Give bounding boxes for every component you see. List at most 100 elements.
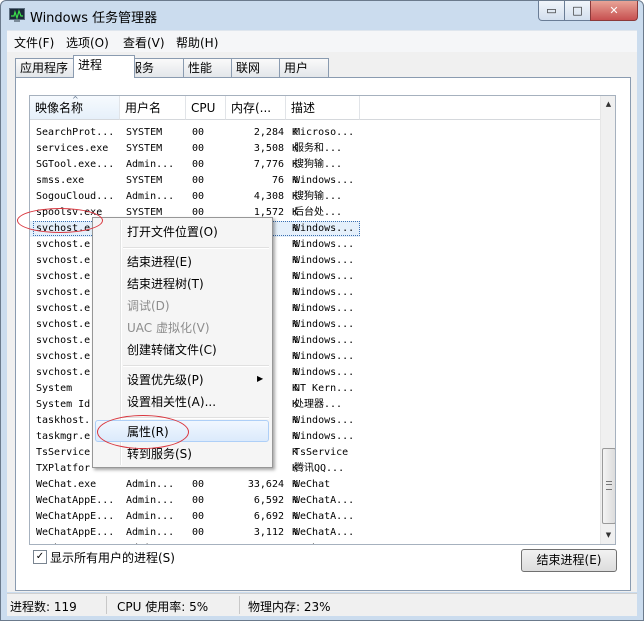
menu-options[interactable]: 选项(O)	[66, 34, 109, 51]
cell-username: Admin...	[126, 191, 175, 202]
status-divider	[106, 596, 107, 614]
end-process-button[interactable]: 结束进程(E)	[521, 549, 617, 572]
task-manager-icon	[9, 8, 25, 22]
menu-uac-virtualization: UAC 虚拟化(V)	[127, 321, 210, 335]
submenu-arrow-icon: ▶	[257, 374, 264, 383]
menu-end-process-tree[interactable]: 结束进程树(T)	[127, 273, 204, 295]
cell-memory: 33,624	[247, 479, 284, 490]
cell-memory: 76	[271, 175, 284, 186]
cell-image-name: WeChat.exe	[36, 479, 97, 490]
menu-end-process[interactable]: 结束进程(E)	[127, 251, 192, 273]
menu-create-dump[interactable]: 创建转储文件(C)	[127, 339, 217, 361]
column-username[interactable]: 用户名	[120, 96, 186, 120]
cell-description: 处理器...	[294, 399, 343, 410]
cell-memory: 2,284	[253, 127, 284, 138]
cell-cpu: 00	[192, 159, 205, 170]
table-row[interactable]: WeChatAppE... Admin... 00 3,112 K WeChatA...	[30, 525, 360, 541]
table-row[interactable]: WeChatAppE...Admin...00716KWeChatA...	[30, 541, 360, 544]
cell-image-name: smss.exe	[36, 175, 85, 186]
menu-help[interactable]: 帮助(H)	[176, 34, 218, 51]
sort-asc-icon: ^	[72, 95, 79, 104]
scroll-up-icon[interactable]: ▲	[601, 96, 615, 113]
tab-networking[interactable]: 联网	[231, 58, 285, 77]
cell-description: TsService	[294, 447, 349, 458]
cell-image-name: SogouCloud...	[36, 191, 115, 202]
tab-performance[interactable]: 性能	[183, 58, 237, 77]
annotation-circle-properties	[97, 415, 189, 449]
table-row[interactable]: smss.exe SYSTEM 00 76 K Windows...	[30, 173, 360, 189]
window-title: Windows 任务管理器	[30, 11, 158, 26]
cell-cpu: 00	[192, 511, 205, 522]
cell-cpu: 00	[192, 143, 205, 154]
cell-image-name: WeChatAppE...	[36, 541, 122, 544]
menu-open-file-location[interactable]: 打开文件位置(O)	[127, 221, 218, 243]
scroll-down-icon[interactable]: ▼	[601, 527, 615, 544]
table-row[interactable]: services.exe SYSTEM 00 3,508 K 服务和...	[30, 141, 360, 157]
column-memory[interactable]: 内存(...	[226, 96, 286, 120]
cell-description: 服务和...	[294, 143, 343, 154]
column-label: 描述	[291, 101, 316, 115]
cell-description: Windows...	[294, 239, 355, 250]
menu-file[interactable]: 文件(F)	[14, 34, 54, 51]
process-count: 进程数: 119	[10, 600, 77, 614]
cell-description: Windows...	[294, 255, 355, 266]
physical-memory: 物理内存: 23%	[248, 600, 331, 614]
menu-set-priority[interactable]: 设置优先级(P)	[127, 369, 204, 391]
cell-description: Windows...	[294, 431, 355, 442]
menu-debug: 调试(D)	[127, 299, 170, 313]
status-bar: 进程数: 119 CPU 使用率: 5% 物理内存: 23%	[7, 593, 637, 616]
tab-users[interactable]: 用户	[279, 58, 329, 77]
cell-description: WeChatA...	[294, 527, 355, 538]
cell-cpu: 00	[192, 541, 228, 544]
table-row[interactable]: WeChatAppE... Admin... 00 6,692 K WeChatA...	[30, 509, 360, 525]
cell-image-name: services.exe	[36, 143, 109, 154]
grip-icon	[606, 481, 612, 490]
table-row[interactable]: SearchProt... SYSTEM 00 2,284 K Microso...	[30, 125, 360, 141]
menu-set-affinity[interactable]: 设置相关性(A)...	[127, 391, 216, 413]
scroll-thumb[interactable]	[602, 448, 615, 524]
table-row[interactable]: SGTool.exe... Admin... 00 7,776 K 搜狗输...	[30, 157, 360, 173]
minimize-button[interactable]: ▭	[538, 1, 565, 21]
table-row[interactable]: WeChatAppE... Admin... 00 6,592 K WeChatA...	[30, 493, 360, 509]
cell-description: Windows...	[294, 175, 355, 186]
cell-description: NT Kern...	[294, 383, 355, 394]
cell-description: WeChatA...	[294, 541, 356, 544]
column-label: 内存(...	[231, 101, 272, 115]
cell-description: Windows...	[294, 287, 355, 298]
column-cpu[interactable]: CPU	[186, 96, 226, 120]
column-image-name[interactable]: ^ 映像名称	[30, 96, 120, 120]
annotation-circle-svchost	[17, 208, 103, 233]
tab-processes[interactable]: 进程	[73, 55, 135, 78]
cell-memory: 3,508	[253, 143, 284, 154]
tab-applications[interactable]: 应用程序	[15, 58, 81, 77]
cell-memory: 6,592	[253, 495, 284, 506]
show-all-users-label[interactable]: 显示所有用户的进程(S)	[50, 549, 175, 566]
show-all-users-checkbox[interactable]: ✓	[33, 550, 47, 564]
menu-view[interactable]: 查看(V)	[123, 34, 165, 51]
table-row[interactable]: WeChat.exe Admin... 00 33,624 K WeChat	[30, 477, 360, 493]
cell-description: Windows...	[294, 351, 355, 362]
title-bar[interactable]: Windows 任务管理器 ▭ □ ✕	[1, 1, 643, 29]
menu-separator	[123, 365, 269, 367]
cell-username: Admin...	[126, 159, 175, 170]
cell-description: 搜狗输...	[294, 159, 343, 170]
cell-description: Windows...	[294, 367, 355, 378]
vertical-scrollbar[interactable]: ▲ ▼	[600, 96, 615, 544]
maximize-button[interactable]: □	[564, 1, 591, 21]
column-description[interactable]: 描述	[286, 96, 360, 120]
cell-username: Admin...	[126, 527, 175, 538]
cell-memory: 716	[232, 541, 284, 544]
cell-description: 后台处...	[294, 207, 343, 218]
table-row[interactable]: SogouCloud... Admin... 00 4,308 K 搜狗输...	[30, 189, 360, 205]
cell-description: WeChatA...	[294, 495, 355, 506]
close-button[interactable]: ✕	[590, 1, 638, 21]
cell-description: Microso...	[294, 127, 355, 138]
cell-image-name: WeChatAppE...	[36, 527, 115, 538]
cell-description: 腾讯QQ...	[294, 463, 345, 474]
cell-memory: 7,776	[253, 159, 284, 170]
cell-cpu: 00	[192, 527, 205, 538]
cell-cpu: 00	[192, 175, 205, 186]
cell-cpu: 00	[192, 127, 205, 138]
cell-username: Admin...	[126, 479, 175, 490]
cell-description: Windows...	[294, 415, 355, 426]
